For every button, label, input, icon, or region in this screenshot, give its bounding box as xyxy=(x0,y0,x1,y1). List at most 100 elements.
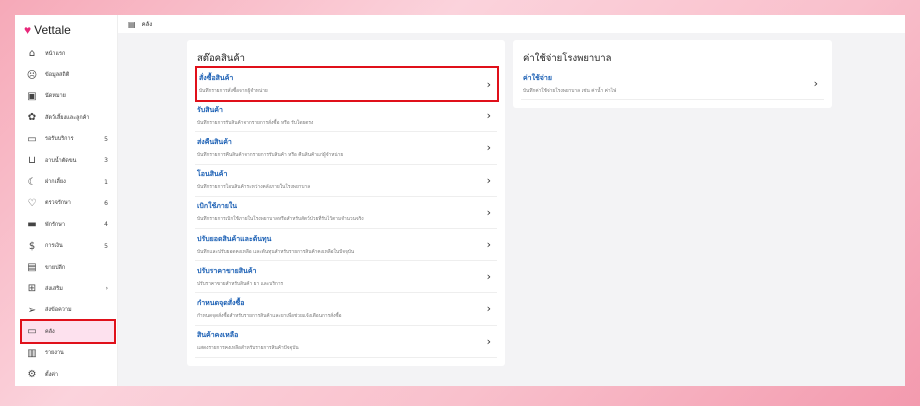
sidebar-item-count: 4 xyxy=(104,221,108,229)
chevron-right-icon: › xyxy=(813,77,818,91)
chevron-right-icon: › xyxy=(486,238,491,252)
sidebar-item-label: หน้าแรก xyxy=(45,50,66,57)
sidebar-item-label: คลัง xyxy=(45,328,55,335)
expense-card-title: ค่าใช้จ่ายโรงพยาบาล xyxy=(523,53,612,64)
stethoscope-icon: ♡ xyxy=(27,197,37,209)
home-icon: ⌂ xyxy=(28,48,36,60)
stock-menu-item[interactable]: โอนสินค้าบันทึกรายการโอนสินค้าระหว่างคลั… xyxy=(195,165,497,197)
register-icon: ▤ xyxy=(27,262,37,274)
menu-item-title: ส่งคืนสินค้า xyxy=(197,137,232,146)
menu-item-title: สินค้าคงเหลือ xyxy=(197,331,239,340)
sidebar-item-register[interactable]: ▤ ขายปลีก xyxy=(15,257,117,278)
logo[interactable]: ♥ Vettale xyxy=(15,15,117,45)
sidebar-item-label: สัตว์เลี้ยงและลูกค้า xyxy=(45,114,90,121)
sidebar-item-label: ตรวจรักษา xyxy=(45,200,71,207)
sidebar-item-label: ส่งข้อความ xyxy=(45,307,72,314)
sidebar-item-label: ตั้งค่า xyxy=(45,371,59,378)
heart-logo-icon: ♥ xyxy=(24,23,32,37)
chevron-right-icon: › xyxy=(486,270,491,284)
menu-item-description: บันทึกรายการเบิกใช้ภายในโรงพยาบาลหรือสำห… xyxy=(197,217,364,223)
chevron-right-icon: › xyxy=(486,334,491,348)
expense-menu-item[interactable]: ค่าใช้จ่ายบันทึกค่าใช้จ่ายโรงพยาบาล เช่น… xyxy=(521,68,824,101)
send-icon: ➢ xyxy=(27,304,37,316)
bath-icon: ⊔ xyxy=(28,155,36,167)
sidebar-item-label: ข้อมูลสถิติ xyxy=(45,72,70,79)
sidebar-item-stethoscope[interactable]: ♡ ตรวจรักษา 6 xyxy=(15,193,117,214)
menu-item-description: ปรับราคาขายสำหรับสินค้า ยา และบริการ xyxy=(197,281,284,287)
stock-menu-item[interactable]: สินค้าคงเหลือแสดงรายการคงเหลือสำหรับรายก… xyxy=(195,326,497,358)
paw-icon: ✿ xyxy=(27,112,37,124)
app-name: Vettale xyxy=(34,23,71,37)
sidebar-item-report[interactable]: ▥ รายงาน xyxy=(15,342,117,363)
sidebar-item-label: การเงิน xyxy=(45,243,63,250)
sidebar-item-archive[interactable]: ▭ คลัง xyxy=(20,319,116,345)
stock-menu-item[interactable]: กำหนดจุดสั่งซื้อกำหนดจุดสั่งซื้อสำหรับรา… xyxy=(195,293,497,326)
menu-item-title: ปรับยอดสินค้าและต้นทุน xyxy=(197,234,272,243)
top-bar: ▤ คลัง xyxy=(118,15,905,33)
sidebar-item-moon[interactable]: ☾ ฝากเลี้ยง 1 xyxy=(15,171,117,192)
menu-item-description: บันทึกรายการโอนสินค้าระหว่างคลังภายในโรง… xyxy=(197,185,311,191)
stock-menu-item[interactable]: เบิกใช้ภายในบันทึกรายการเบิกใช้ภายในโรงพ… xyxy=(195,197,497,229)
stats-icon: ☹ xyxy=(26,69,38,81)
menu-item-title: โอนสินค้า xyxy=(197,170,228,179)
chevron-right-icon: › xyxy=(486,141,491,155)
menu-item-title: สั่งซื้อสินค้า xyxy=(199,74,234,83)
money-icon: $ xyxy=(28,240,36,252)
sidebar-item-label: รอรับบริการ xyxy=(45,136,74,143)
report-icon: ▥ xyxy=(27,347,37,359)
promotion-icon: ⊞ xyxy=(27,283,37,295)
menu-item-description: บันทึกค่าใช้จ่ายโรงพยาบาล เช่น ค่าน้ำ ค่… xyxy=(523,88,617,94)
archive-icon: ▤ xyxy=(128,19,136,29)
stock-menu-item[interactable]: ปรับยอดสินค้าและต้นทุนบันทึกและปรับยอดคง… xyxy=(195,229,497,262)
stock-menu-item[interactable]: สั่งซื้อสินค้าบันทึกรายการสั่งซื้อจากผู้… xyxy=(195,65,499,103)
chevron-right-icon: › xyxy=(486,77,491,91)
sidebar-item-label: ขายปลีก xyxy=(45,264,66,271)
sidebar-item-label: พักรักษา xyxy=(45,221,65,228)
menu-item-description: แสดงรายการคงเหลือสำหรับรายการสินค้าปัจจุ… xyxy=(197,346,299,352)
sidebar-item-bath[interactable]: ⊔ อาบน้ำตัดขน 3 xyxy=(15,150,117,171)
stock-menu-item[interactable]: รับสินค้าบันทึกรายการรับสินค้าจากรายการส… xyxy=(195,100,497,133)
sidebar-item-stats[interactable]: ☹ ข้อมูลสถิติ xyxy=(15,64,117,85)
sidebar-item-promotion[interactable]: ⊞ ส่งเสริม › xyxy=(15,278,117,299)
app-window: ♥ Vettale ⌂ หน้าแรก ☹ ข้อมูลสถิติ ▣ นัดหมาย ✿ สั… xyxy=(15,15,905,386)
sidebar-item-gear[interactable]: ⚙ ตั้งค่า xyxy=(15,364,117,385)
sidebar-item-home[interactable]: ⌂ หน้าแรก xyxy=(15,43,117,64)
menu-item-description: บันทึกรายการรับสินค้าจากรายการสั่งซื้อ ห… xyxy=(197,120,314,126)
sidebar-item-label: นัดหมาย xyxy=(45,93,66,100)
stock-card-title: สต๊อคสินค้า xyxy=(197,53,246,64)
sidebar-item-label: รายงาน xyxy=(45,350,64,357)
sidebar-item-paw[interactable]: ✿ สัตว์เลี้ยงและลูกค้า xyxy=(15,107,117,128)
menu-item-title: รับสินค้า xyxy=(197,105,223,114)
sidebar-item-send[interactable]: ➢ ส่งข้อความ xyxy=(15,300,117,321)
bed-icon: ▬ xyxy=(27,219,37,231)
sidebar-item-count: 3 xyxy=(104,157,108,165)
chevron-right-icon: › xyxy=(486,109,491,123)
stock-menu-item[interactable]: ปรับราคาขายสินค้าปรับราคาขายสำหรับสินค้า… xyxy=(195,261,497,294)
sidebar-item-sofa[interactable]: ▭ รอรับบริการ 5 xyxy=(15,129,117,150)
menu-item-description: บันทึกรายการสั่งซื้อจากผู้จำหน่าย xyxy=(199,89,268,95)
page-title: คลัง xyxy=(141,21,153,28)
menu-item-description: กำหนดจุดสั่งซื้อสำหรับรายการสินค้าและยาเ… xyxy=(197,313,342,319)
sidebar-nav: ⌂ หน้าแรก ☹ ข้อมูลสถิติ ▣ นัดหมาย ✿ สัตว์เลี้ยง… xyxy=(15,43,117,385)
menu-item-title: ค่าใช้จ่าย xyxy=(523,73,552,82)
menu-item-title: ปรับราคาขายสินค้า xyxy=(197,266,257,275)
sidebar-item-label: ฝากเลี้ยง xyxy=(45,179,66,186)
menu-item-title: เบิกใช้ภายใน xyxy=(197,202,238,211)
expense-card: ค่าใช้จ่ายโรงพยาบาล ค่าใช้จ่ายบันทึกค่าใ… xyxy=(513,40,832,108)
sidebar-item-bed[interactable]: ▬ พักรักษา 4 xyxy=(15,214,117,235)
sidebar-item-money[interactable]: $ การเงิน 5 xyxy=(15,236,117,257)
sidebar: ♥ Vettale ⌂ หน้าแรก ☹ ข้อมูลสถิติ ▣ นัดหมาย ✿ สั… xyxy=(15,15,118,386)
sidebar-item-label: อาบน้ำตัดขน xyxy=(45,157,77,164)
chevron-right-icon: › xyxy=(486,173,491,187)
sidebar-item-count: 5 xyxy=(104,242,108,250)
sidebar-item-calendar[interactable]: ▣ นัดหมาย xyxy=(15,86,117,107)
sidebar-item-count: › xyxy=(105,285,108,293)
sidebar-item-count: 1 xyxy=(104,178,108,186)
menu-item-description: บันทึกและปรับยอดคงเหลือ และต้นทุนสำหรับร… xyxy=(197,249,355,255)
chevron-right-icon: › xyxy=(486,205,491,219)
menu-item-description: บันทึกรายการคืนสินค้าจากรายการรับสินค้า … xyxy=(197,152,344,158)
archive-icon: ▭ xyxy=(27,326,37,338)
menu-item-title: กำหนดจุดสั่งซื้อ xyxy=(197,298,245,307)
stock-menu-item[interactable]: ส่งคืนสินค้าบันทึกรายการคืนสินค้าจากรายก… xyxy=(195,132,497,165)
sidebar-item-label: ส่งเสริม xyxy=(45,285,63,292)
